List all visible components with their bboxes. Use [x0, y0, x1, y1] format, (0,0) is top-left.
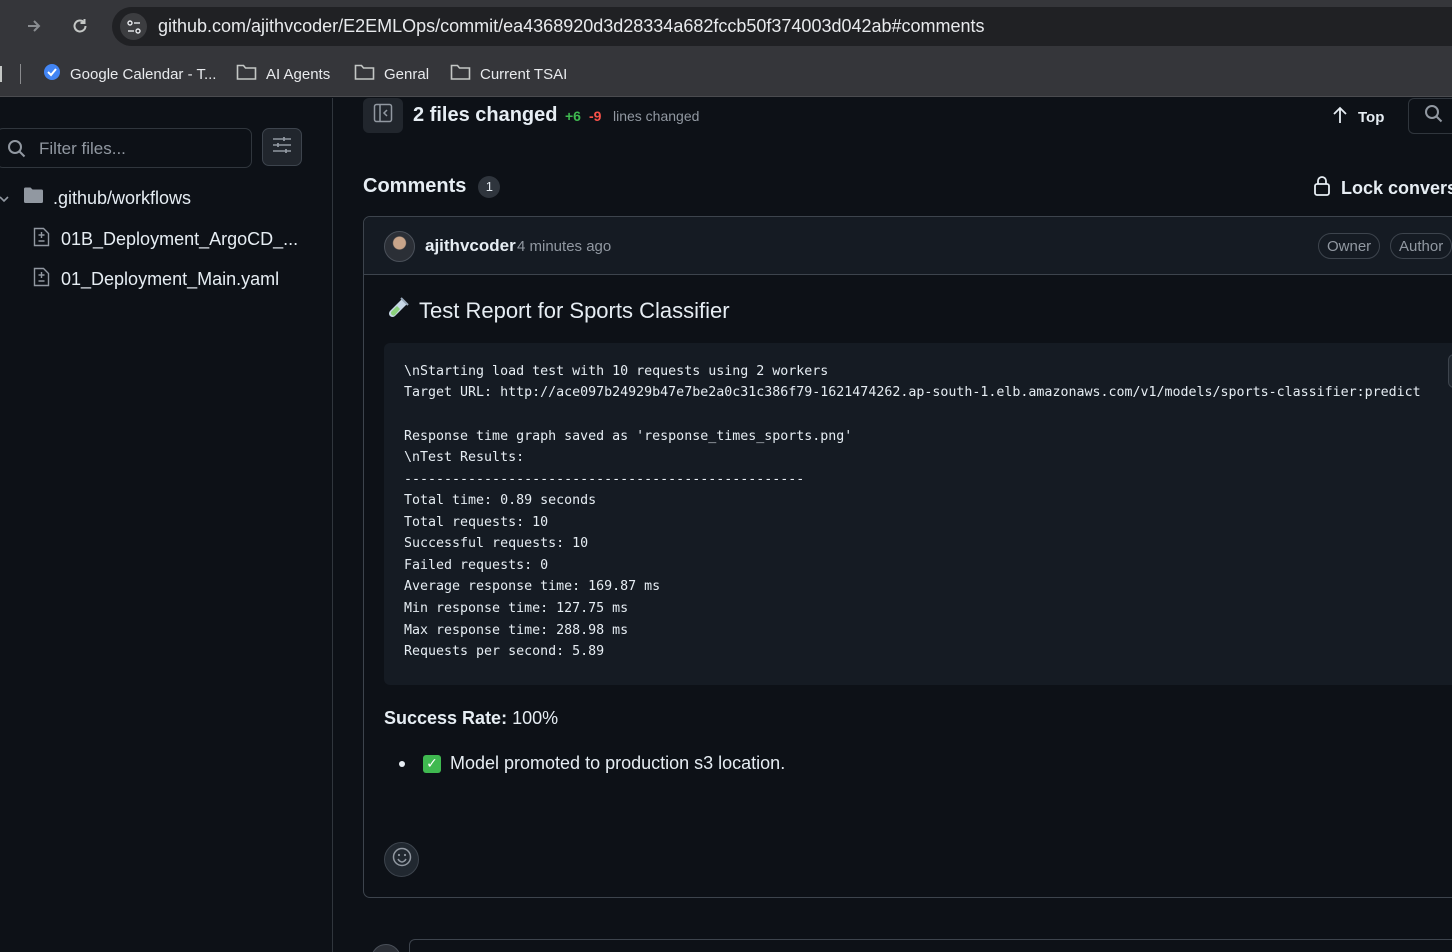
- back-to-top-button[interactable]: Top: [1332, 106, 1384, 128]
- bookmark-label: Current TSAI: [480, 65, 568, 83]
- comment-header: ajithvcoder 4 minutes ago Owner Author: [364, 217, 1452, 275]
- additions-count: +6: [565, 108, 581, 124]
- code-line: Successful requests: 10: [404, 536, 589, 551]
- comments-title: Comments: [363, 175, 467, 197]
- lock-icon: [1313, 176, 1331, 201]
- code-line: Average response time: 169.87 ms: [404, 579, 661, 594]
- copy-button[interactable]: [1448, 354, 1452, 388]
- tree-file-argocd[interactable]: 01B_Deployment_ArgoCD_...: [33, 227, 298, 252]
- filter-settings-button[interactable]: [262, 128, 302, 166]
- bookmarks-bar: Google Calendar - T... AI Agents Genral …: [0, 52, 1452, 97]
- success-rate-value: 100%: [512, 708, 559, 728]
- success-rate: Success Rate: 100%: [384, 708, 558, 729]
- code-line: Total requests: 10: [404, 515, 549, 530]
- check-mark-icon: ✓: [423, 754, 441, 773]
- folder-icon: [23, 187, 43, 209]
- comment-timestamp[interactable]: 4 minutes ago: [517, 238, 611, 255]
- folder-icon: [354, 63, 375, 85]
- tree-folder-workflows[interactable]: .github/workflows: [0, 187, 191, 209]
- code-line: Requests per second: 5.89: [404, 644, 605, 659]
- folder-icon: [236, 63, 257, 85]
- code-line: Max response time: 288.98 ms: [404, 623, 629, 638]
- code-line: Response time graph saved as 'response_t…: [404, 429, 853, 444]
- smiley-icon: [392, 847, 412, 872]
- bookmark-separator: [20, 64, 21, 84]
- comment-author[interactable]: ajithvcoder: [425, 236, 516, 256]
- code-line: Min response time: 127.75 ms: [404, 601, 629, 616]
- code-line: ----------------------------------------…: [404, 472, 805, 487]
- file-label: 01_Deployment_Main.yaml: [61, 269, 280, 289]
- bookmark-google-calendar[interactable]: Google Calendar - T...: [43, 63, 216, 85]
- bookmark-label: AI Agents: [266, 65, 331, 83]
- list-item: ✓ Model promoted to production s3 locati…: [399, 753, 785, 774]
- search-icon: [1424, 104, 1444, 129]
- lock-label: Lock conversa: [1341, 178, 1452, 198]
- test-tube-icon: [387, 297, 409, 325]
- filter-files-input[interactable]: Filter files...: [0, 128, 252, 168]
- file-diff-icon: [33, 227, 50, 252]
- bookmark-current-tsai[interactable]: Current TSAI: [450, 63, 567, 85]
- top-label: Top: [1358, 108, 1385, 126]
- avatar[interactable]: [384, 231, 415, 262]
- bookmark-label: Google Calendar - T...: [70, 65, 217, 83]
- diff-summary-bar: 2 files changed +6 -9 lines changed Top: [334, 98, 1452, 138]
- file-tree-sidebar: Filter files... .github/workflows 01B_De…: [0, 98, 333, 952]
- owner-badge: Owner: [1318, 233, 1381, 259]
- add-reaction-button[interactable]: [384, 842, 419, 877]
- comments-count-badge: 1: [478, 175, 501, 198]
- code-line: Total time: 0.89 seconds: [404, 493, 597, 508]
- report-title: Test Report for Sports Classifier: [419, 298, 730, 323]
- browser-toolbar: github.com/ajithvcoder/E2EMLOps/commit/e…: [0, 0, 1452, 52]
- bookmark-ai-agents[interactable]: AI Agents: [236, 63, 330, 85]
- bullet-dot: [399, 760, 405, 767]
- files-changed-count: 2 files changed: [413, 104, 558, 126]
- code-line: Target URL: http://ace097b24929b47e7be2a…: [404, 385, 1421, 400]
- reply-section: [363, 928, 1452, 952]
- bookmark-label: Genral: [384, 65, 430, 83]
- code-line: \nStarting load test with 10 requests us…: [404, 364, 829, 379]
- avatar: [371, 944, 401, 952]
- reply-input[interactable]: [409, 939, 1452, 952]
- reload-icon[interactable]: [66, 12, 94, 40]
- tree-file-main[interactable]: 01_Deployment_Main.yaml: [33, 267, 279, 292]
- filter-placeholder: Filter files...: [39, 139, 126, 158]
- search-button[interactable]: [1408, 98, 1452, 134]
- arrow-up-icon: [1332, 106, 1348, 128]
- file-diff-icon: [33, 267, 50, 292]
- folder-label: .github/workflows: [53, 187, 192, 208]
- file-label: 01B_Deployment_ArgoCD_...: [61, 229, 299, 249]
- code-line: \nTest Results:: [404, 450, 525, 465]
- site-info-icon[interactable]: [120, 13, 147, 40]
- code-block: \nStarting load test with 10 requests us…: [384, 343, 1452, 685]
- toggle-file-tree-button[interactable]: [363, 98, 403, 133]
- success-rate-label: Success Rate:: [384, 708, 508, 728]
- report-heading: Test Report for Sports Classifier: [387, 297, 730, 325]
- comments-header: Comments 1: [363, 175, 501, 198]
- code-line: Failed requests: 0: [404, 558, 549, 573]
- url-text[interactable]: github.com/ajithvcoder/E2EMLOps/commit/e…: [158, 16, 985, 37]
- sliders-icon: [272, 136, 292, 159]
- address-bar[interactable]: github.com/ajithvcoder/E2EMLOps/commit/e…: [112, 7, 1452, 46]
- bullet-text: Model promoted to production s3 location…: [450, 753, 786, 773]
- forward-icon[interactable]: [20, 12, 48, 40]
- deletions-count: -9: [589, 108, 602, 124]
- lines-changed-label: lines changed: [613, 108, 700, 124]
- sidebar-collapse-icon: [373, 103, 393, 128]
- chevron-down-icon: [0, 188, 9, 209]
- search-icon: [7, 139, 27, 164]
- apps-icon[interactable]: [0, 66, 4, 82]
- google-calendar-icon: [43, 63, 61, 85]
- lock-conversation-button[interactable]: Lock conversa: [1313, 176, 1452, 201]
- bookmark-genral[interactable]: Genral: [354, 63, 429, 85]
- folder-icon: [450, 63, 471, 85]
- comment-card: ajithvcoder 4 minutes ago Owner Author T…: [363, 216, 1452, 898]
- author-badge: Author: [1390, 233, 1452, 259]
